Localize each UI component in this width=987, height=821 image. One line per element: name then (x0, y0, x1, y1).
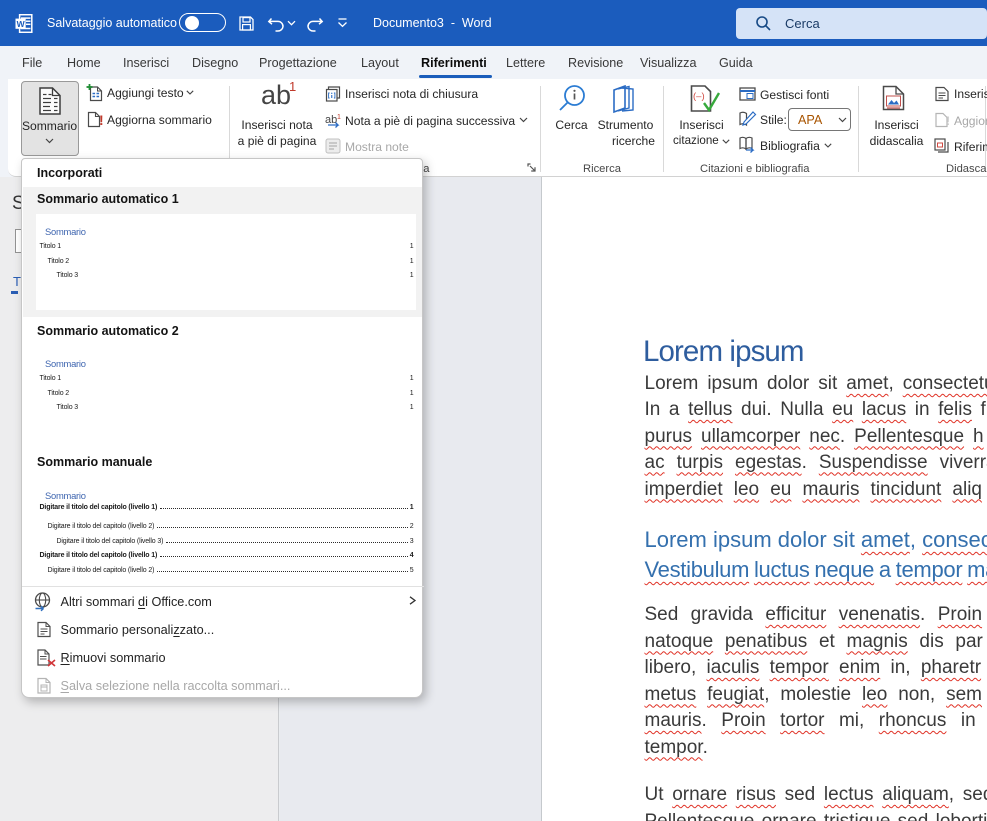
svg-text:!: ! (99, 112, 103, 128)
svg-text:(–): (–) (693, 91, 705, 102)
svg-text:1: 1 (337, 114, 341, 121)
svg-text:ab: ab (325, 114, 337, 126)
svg-text:W: W (17, 19, 26, 29)
svg-text:!: ! (946, 114, 950, 128)
